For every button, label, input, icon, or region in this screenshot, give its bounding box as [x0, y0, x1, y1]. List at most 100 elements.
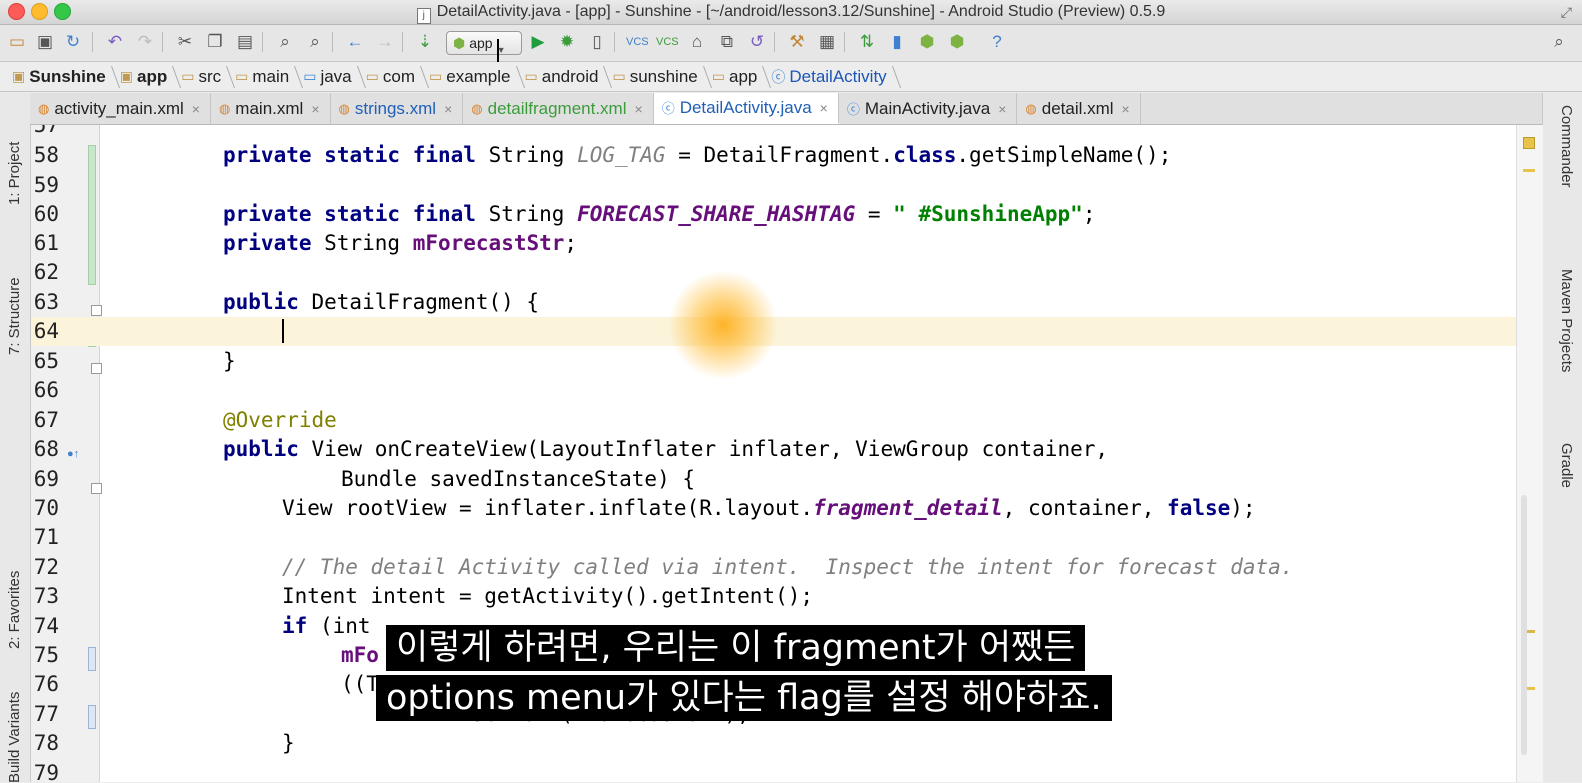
vcs-update-icon[interactable]: VCS [626, 31, 649, 53]
copy-icon[interactable]: ❐ [204, 31, 226, 53]
avd-icon[interactable]: ⧉ [716, 31, 738, 53]
line-number: 66 [33, 378, 59, 402]
line-number: 74 [33, 614, 59, 638]
tab-detailactivity-java[interactable]: ⓒ DetailActivity.java × [653, 93, 839, 124]
android-icon[interactable]: ⬢ [946, 31, 968, 53]
line-number: 58 [33, 143, 59, 167]
code-line: 72 // The detail Activity called via int… [31, 553, 1516, 582]
error-stripe[interactable] [1516, 125, 1543, 782]
close-icon[interactable]: × [1122, 101, 1130, 117]
code-line: 62 [31, 258, 1516, 287]
run-config-select[interactable]: ⬢ app ▼ [446, 31, 522, 63]
gradle-sync-icon[interactable]: ⇅ [856, 31, 878, 53]
replace-icon[interactable]: ⌕ [304, 31, 326, 53]
search-everywhere-icon[interactable]: ⌕ [1548, 31, 1570, 53]
breadcrumb-module[interactable]: ▣ app [116, 62, 177, 92]
open-icon[interactable]: ▭ [6, 31, 28, 53]
tab-strings-xml[interactable]: ◍ strings.xml × [331, 93, 464, 124]
vcs-commit-icon[interactable]: VCS [656, 31, 679, 53]
favorites-tool-tab[interactable]: 2: Favorites [6, 571, 23, 649]
analysis-status-icon[interactable] [1523, 137, 1535, 149]
tab-label: DetailActivity.java [679, 97, 812, 117]
fullscreen-icon[interactable]: ⤢ [1561, 4, 1572, 21]
code-line: 71 [31, 523, 1516, 552]
structure-icon[interactable]: ▦ [816, 31, 838, 53]
close-icon[interactable]: × [820, 100, 828, 116]
back-icon[interactable]: ← [344, 31, 366, 53]
xml-file-icon: ◍ [38, 100, 50, 116]
line-number: 67 [33, 408, 59, 432]
revert-icon[interactable]: ↺ [746, 31, 768, 53]
breadcrumb-folder[interactable]: ▭ main [231, 62, 299, 92]
sdk-icon[interactable]: ⌂ [686, 31, 708, 53]
debug-icon[interactable]: ✹ [556, 31, 578, 53]
gradle-tool-tab[interactable]: Gradle [1558, 443, 1575, 488]
right-tool-stripe: Commander Maven Projects Gradle [1542, 93, 1582, 782]
folder-icon: ▭ [181, 68, 195, 84]
breadcrumb-package[interactable]: ▭ app [708, 62, 768, 92]
maven-tool-tab[interactable]: Maven Projects [1558, 269, 1575, 372]
tab-detail-xml[interactable]: ◍ detail.xml × [1017, 93, 1141, 124]
breadcrumb-folder[interactable]: ▭ java [299, 62, 361, 92]
android-icon: ⬢ [453, 35, 466, 51]
build-variants-tool-label: Build Variants [6, 691, 23, 783]
save-icon[interactable]: ▣ [34, 31, 56, 53]
tab-label: detailfragment.xml [487, 98, 627, 118]
breadcrumb-class[interactable]: ⓒ DetailActivity [767, 62, 896, 92]
run-icon[interactable]: ▶ [527, 31, 549, 53]
breadcrumb-package[interactable]: ▭ android [521, 62, 609, 92]
settings-icon[interactable]: ⚒ [786, 31, 808, 53]
close-icon[interactable]: × [444, 101, 452, 117]
help-icon[interactable]: ? [986, 31, 1008, 53]
redo-icon[interactable]: ↷ [134, 31, 156, 53]
line-number: 60 [33, 202, 59, 226]
make-icon[interactable]: ⇣ [414, 31, 436, 53]
find-icon[interactable]: ⌕ [274, 31, 296, 53]
project-tool-label: 1: Project [6, 141, 23, 205]
code-line: 68 public View onCreateView(LayoutInflat… [31, 435, 1516, 464]
close-icon[interactable]: × [192, 101, 200, 117]
cut-icon[interactable]: ✂ [174, 31, 196, 53]
window-title: j DetailActivity.java - [app] - Sunshine … [0, 3, 1582, 24]
line-number: 72 [33, 555, 59, 579]
breadcrumb-label: src [198, 66, 222, 86]
commander-tool-label: Commander [1558, 105, 1575, 188]
tab-detailfragment-xml[interactable]: ◍ detailfragment.xml × [463, 93, 654, 124]
tab-mainactivity-java[interactable]: ⓒ MainActivity.java × [839, 93, 1018, 124]
close-icon[interactable]: × [311, 101, 319, 117]
class-icon: ⓒ [846, 102, 860, 117]
breadcrumb-package[interactable]: ▭ example [425, 62, 521, 92]
sync-icon[interactable]: ↻ [62, 31, 84, 53]
code-text: } [282, 731, 295, 755]
tab-activity-main-xml[interactable]: ◍ activity_main.xml × [30, 93, 211, 124]
project-tool-tab[interactable]: 1: Project [6, 142, 23, 205]
line-number: 70 [33, 496, 59, 520]
code-line: 59 [31, 171, 1516, 200]
paste-icon[interactable]: ▤ [234, 31, 256, 53]
line-number: 63 [33, 290, 59, 314]
scrollbar-thumb[interactable] [1521, 495, 1527, 755]
close-icon[interactable]: × [998, 101, 1006, 117]
line-number: 78 [33, 731, 59, 755]
sdk-manager-icon[interactable]: ⬢ [916, 31, 938, 53]
code-text: mFo [341, 643, 379, 667]
line-number: 65 [33, 349, 59, 373]
main-toolbar: ▭ ▣ ↻ ↶ ↷ ✂ ❐ ▤ ⌕ ⌕ ← → ⇣ ⬢ app ▼ ▶ ✹ ▯ VC… [0, 25, 1582, 63]
breadcrumb-folder[interactable]: ▭ src [177, 62, 231, 92]
breadcrumb-project[interactable]: ▣ Sunshine [8, 62, 116, 92]
warning-mark[interactable] [1523, 169, 1535, 172]
build-variants-tool-tab[interactable]: Build Variants [6, 692, 23, 783]
forward-icon[interactable]: → [374, 31, 396, 53]
structure-tool-tab[interactable]: 7: Structure [6, 277, 23, 355]
folder-icon: ▭ [235, 68, 249, 84]
device-monitor-icon[interactable]: ▮ [886, 31, 908, 53]
undo-icon[interactable]: ↶ [104, 31, 126, 53]
breadcrumb-package[interactable]: ▭ com [362, 62, 425, 92]
breadcrumb-package[interactable]: ▭ sunshine [608, 62, 707, 92]
close-icon[interactable]: × [635, 101, 643, 117]
left-tool-stripe: 1: Project 7: Structure 2: Favorites Bui… [0, 93, 31, 783]
commander-tool-tab[interactable]: Commander [1558, 105, 1575, 188]
attach-icon[interactable]: ▯ [586, 31, 608, 53]
tab-main-xml[interactable]: ◍ main.xml × [211, 93, 331, 124]
code-line: 58 private static final String LOG_TAG =… [31, 141, 1516, 170]
